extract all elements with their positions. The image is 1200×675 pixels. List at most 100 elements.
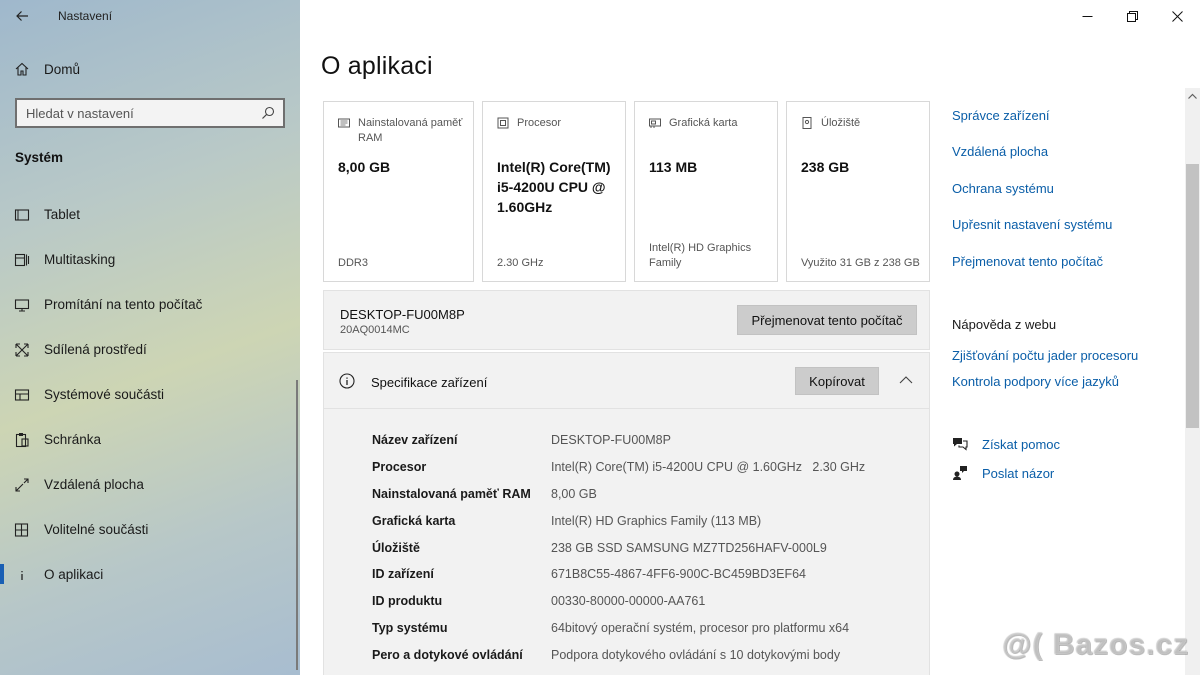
multitasking-icon bbox=[0, 252, 44, 268]
tablet-icon bbox=[0, 207, 44, 223]
title-row: Nastavení bbox=[0, 0, 300, 32]
sidebar-item-shared-experiences[interactable]: Sdílená prostředí bbox=[0, 327, 300, 372]
sidebar-item-label: Vzdálená plocha bbox=[44, 477, 144, 492]
window-controls bbox=[1065, 0, 1200, 32]
clipboard-icon bbox=[0, 432, 44, 448]
storage-icon bbox=[802, 117, 812, 129]
spec-value: Intel(R) HD Graphics Family (113 MB) bbox=[551, 513, 762, 528]
card-storage: Úložiště 238 GB Využito 31 GB z 238 GB bbox=[786, 101, 930, 282]
device-model: 20AQ0014MC bbox=[340, 324, 410, 336]
sidebar-item-optional-features[interactable]: Volitelné součásti bbox=[0, 507, 300, 552]
link-system-protection[interactable]: Ochrana systému bbox=[952, 181, 1112, 217]
link-rename-pc[interactable]: Přejmenovat tento počítač bbox=[952, 254, 1112, 290]
card-value: Intel(R) Core(TM) i5-4200U CPU @ 1.60GHz bbox=[497, 159, 611, 215]
link-multilanguage[interactable]: Kontrola podpory více jazyků bbox=[952, 374, 1138, 400]
spec-row: Název zařízení DESKTOP-FU00M8P bbox=[372, 427, 865, 454]
minimize-icon bbox=[1082, 15, 1093, 17]
card-value: 113 MB bbox=[649, 159, 698, 175]
link-device-manager[interactable]: Správce zařízení bbox=[952, 108, 1112, 144]
sidebar-item-label: Multitasking bbox=[44, 252, 116, 267]
shared-experiences-icon bbox=[0, 342, 44, 358]
card-header: Úložiště bbox=[801, 116, 860, 131]
search-icon bbox=[262, 106, 275, 119]
spec-value: 8,00 GB bbox=[551, 486, 597, 501]
card-footer: Intel(R) HD Graphics Family bbox=[649, 242, 752, 269]
remote-desktop-icon bbox=[0, 477, 44, 493]
device-name: DESKTOP-FU00M8P bbox=[340, 307, 465, 322]
spec-value: 64bitový operační systém, procesor pro p… bbox=[551, 620, 850, 635]
card-graphics: Grafická karta 113 MB Intel(R) HD Graphi… bbox=[634, 101, 778, 282]
sidebar-item-remote-desktop[interactable]: Vzdálená plocha bbox=[0, 462, 300, 507]
sidebar-item-tablet[interactable]: Tablet bbox=[0, 192, 300, 237]
link-remote-desktop[interactable]: Vzdálená plocha bbox=[952, 144, 1112, 180]
close-button[interactable] bbox=[1155, 0, 1200, 32]
card-title: Grafická karta bbox=[669, 117, 738, 129]
page-title: O aplikaci bbox=[321, 52, 433, 80]
web-help-links: Zjišťování počtu jader procesoru Kontrol… bbox=[952, 348, 1138, 400]
nav-list: Tablet Multitasking Promítání na tento p… bbox=[0, 192, 300, 597]
scroll-up-icon[interactable] bbox=[1188, 92, 1197, 101]
main-scrollbar[interactable] bbox=[1185, 88, 1200, 675]
sidebar-item-about[interactable]: O aplikaci bbox=[0, 552, 300, 597]
card-value: 238 GB bbox=[801, 159, 850, 175]
spec-value: 671B8C55-4867-4FF6-900C-BC459BD3EF64 bbox=[551, 567, 807, 582]
spec-key: Grafická karta bbox=[372, 513, 456, 528]
link-advanced-system-settings[interactable]: Upřesnit nastavení systému bbox=[952, 217, 1112, 253]
sidebar: Nastavení Domů Systém Tablet Multitaskin… bbox=[0, 0, 300, 675]
back-button[interactable] bbox=[0, 0, 44, 32]
device-specs-panel: Specifikace zařízení Kopírovat Název zař… bbox=[323, 352, 930, 675]
send-feedback-label: Poslat názor bbox=[982, 465, 1055, 481]
processor-icon bbox=[497, 117, 509, 129]
spec-key: Nainstalovaná paměť RAM bbox=[372, 486, 531, 501]
card-footer: 2.30 GHz bbox=[497, 257, 544, 269]
card-title: Procesor bbox=[517, 117, 562, 129]
back-arrow-icon bbox=[16, 11, 28, 21]
spec-row: Pero a dotykové ovládání Podpora dotykové… bbox=[372, 641, 865, 668]
search-input[interactable] bbox=[26, 105, 261, 121]
close-icon bbox=[1172, 10, 1183, 22]
sidebar-item-system-components[interactable]: Systémové součásti bbox=[0, 372, 300, 417]
nav-home-label: Domů bbox=[44, 61, 81, 77]
sidebar-scrollbar[interactable] bbox=[296, 380, 298, 670]
link-cpu-cores[interactable]: Zjišťování počtu jader procesoru bbox=[952, 348, 1138, 374]
card-title: Úložiště bbox=[821, 117, 861, 129]
get-help-label: Získat pomoc bbox=[982, 436, 1061, 452]
sidebar-item-projecting[interactable]: Promítání na tento počítač bbox=[0, 282, 300, 327]
spec-value: 238 GB SSD SAMSUNG MZ7TD256HAFV-000L9 bbox=[551, 540, 827, 555]
rename-pc-button[interactable]: Přejmenovat tento počítač bbox=[737, 305, 917, 335]
spec-key: Název zařízení bbox=[372, 433, 458, 448]
sidebar-item-multitasking[interactable]: Multitasking bbox=[0, 237, 300, 282]
spec-key: ID zařízení bbox=[372, 567, 434, 582]
feedback-icon bbox=[953, 466, 967, 480]
related-settings: Správce zařízení Vzdálená plocha Ochrana… bbox=[952, 108, 1112, 290]
copy-button[interactable]: Kopírovat bbox=[795, 367, 879, 395]
card-header: Procesor bbox=[497, 116, 561, 131]
nav-home[interactable]: Domů bbox=[0, 52, 300, 86]
optional-features-icon bbox=[0, 522, 44, 538]
projecting-icon bbox=[0, 297, 44, 313]
search-box[interactable] bbox=[15, 98, 285, 128]
chevron-up-icon[interactable] bbox=[899, 373, 913, 387]
card-header: Nainstalovaná paměť RAM bbox=[338, 116, 468, 146]
spec-value: Intel(R) Core(TM) i5-4200U CPU @ 1.60GHz… bbox=[551, 460, 866, 475]
spec-row: Grafická karta Intel(R) HD Graphics Famil… bbox=[372, 507, 865, 534]
sidebar-item-label: Promítání na tento počítač bbox=[44, 297, 203, 312]
info-circle-icon bbox=[339, 373, 355, 389]
graphics-icon bbox=[649, 118, 661, 128]
minimize-button[interactable] bbox=[1065, 0, 1110, 32]
spec-key: Procesor bbox=[372, 460, 427, 475]
restore-button[interactable] bbox=[1110, 0, 1155, 32]
sidebar-item-label: O aplikaci bbox=[44, 567, 104, 582]
spec-row: ID zařízení 671B8C55-4867-4FF6-900C-BC459… bbox=[372, 561, 865, 588]
send-feedback-link[interactable]: Poslat názor bbox=[952, 465, 1054, 481]
scroll-thumb[interactable] bbox=[1186, 164, 1199, 428]
sidebar-item-clipboard[interactable]: Schránka bbox=[0, 417, 300, 462]
specs-header[interactable]: Specifikace zařízení Kopírovat bbox=[324, 353, 929, 409]
spec-row: Úložiště 238 GB SSD SAMSUNG MZ7TD256HAFV-… bbox=[372, 534, 865, 561]
get-help-link[interactable]: Získat pomoc bbox=[952, 436, 1060, 452]
sidebar-item-label: Volitelné součásti bbox=[44, 522, 149, 537]
spec-value: 00330-80000-00000-AA761 bbox=[551, 594, 706, 609]
spec-row: ID produktu 00330-80000-00000-AA761 bbox=[372, 588, 865, 615]
spec-value: Podpora dotykového ovládání s 10 dotykov… bbox=[551, 647, 841, 662]
spec-key: Úložiště bbox=[372, 540, 420, 555]
